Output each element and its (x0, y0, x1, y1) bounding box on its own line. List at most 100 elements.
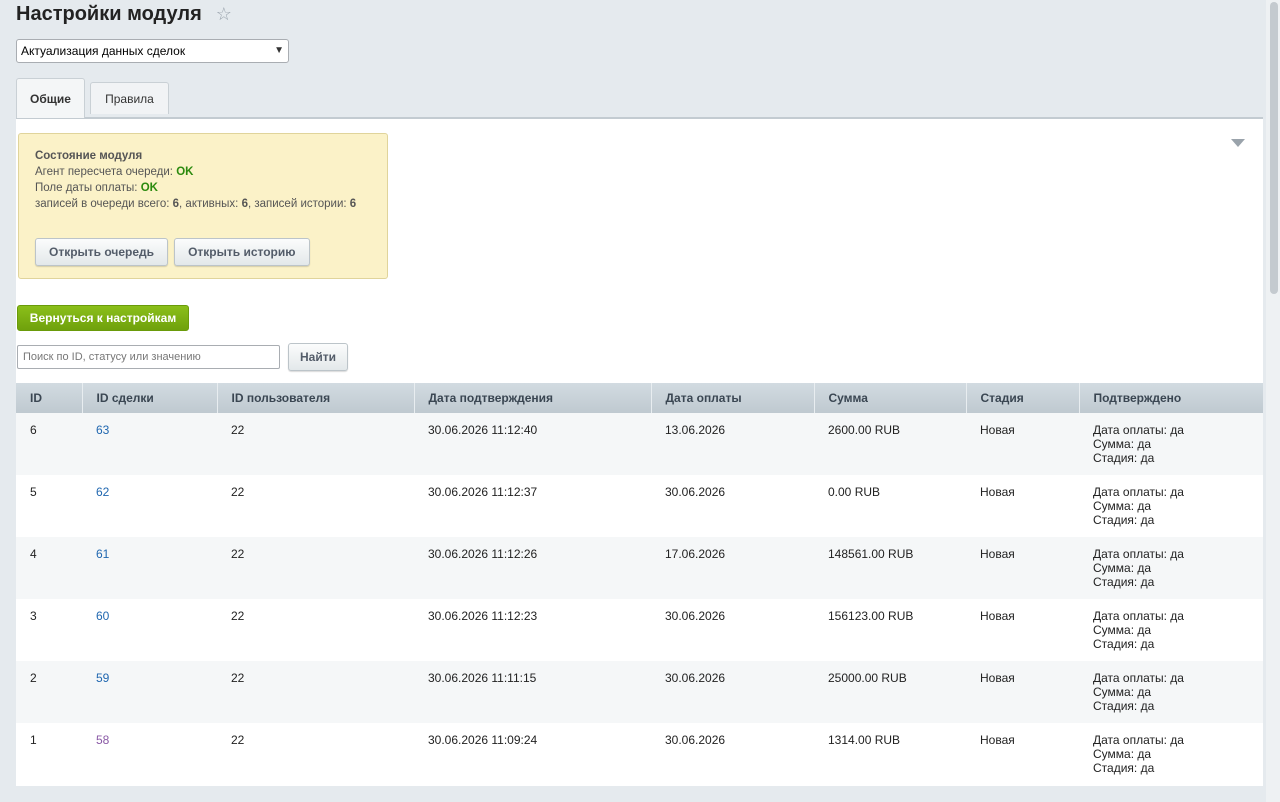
table-row: 2 59 22 30.06.2026 11:11:15 30.06.2026 2… (16, 661, 1263, 723)
column-header-id[interactable]: ID (16, 383, 83, 413)
confirmed-payment-date: Дата оплаты: да (1093, 423, 1184, 437)
table-row: 6 63 22 30.06.2026 11:12:40 13.06.2026 2… (16, 413, 1263, 475)
cell-stage: Новая (966, 723, 1079, 785)
confirmed-payment-date: Дата оплаты: да (1093, 733, 1184, 747)
page-title: Настройки модуля ☆ (16, 3, 232, 26)
star-icon[interactable]: ☆ (216, 4, 232, 25)
cell-confirmed: Дата оплаты: да Сумма: да Стадия: да (1079, 599, 1263, 661)
open-queue-button[interactable]: Открыть очередь (35, 238, 169, 266)
cell-deal-id: 62 (82, 475, 217, 537)
confirmed-stage: Стадия: да (1093, 637, 1155, 651)
cell-deal-id: 58 (82, 723, 217, 785)
cell-confirmed: Дата оплаты: да Сумма: да Стадия: да (1079, 537, 1263, 599)
find-button[interactable]: Найти (288, 343, 348, 371)
page-title-text: Настройки модуля (16, 3, 202, 25)
column-header-confirm-date[interactable]: Дата подтверждения (414, 383, 652, 413)
cell-stage: Новая (966, 661, 1079, 723)
cell-payment-date: 17.06.2026 (651, 537, 814, 599)
cell-user-id: 22 (217, 661, 414, 723)
cell-confirmed: Дата оплаты: да Сумма: да Стадия: да (1079, 475, 1263, 537)
queue-total-label: записей в очереди всего: (35, 198, 173, 210)
cell-payment-date: 13.06.2026 (651, 413, 814, 475)
payment-field-value: OK (140, 182, 158, 194)
cell-id: 6 (16, 413, 82, 475)
confirmed-payment-date: Дата оплаты: да (1093, 485, 1184, 499)
cell-confirm-date: 30.06.2026 11:12:26 (414, 537, 651, 599)
cell-confirmed: Дата оплаты: да Сумма: да Стадия: да (1079, 723, 1263, 785)
column-header-confirmed[interactable]: Подтверждено (1079, 383, 1263, 413)
cell-sum: 0.00 RUB (814, 475, 966, 537)
tab-general[interactable]: Общие (16, 78, 85, 118)
history-count: 6 (349, 198, 357, 210)
agent-status-label: Агент пересчета очереди: (35, 166, 177, 178)
table-row: 1 58 22 30.06.2026 11:09:24 30.06.2026 1… (16, 723, 1263, 785)
payment-field-label: Поле даты оплаты: (35, 182, 141, 194)
column-header-user-id[interactable]: ID пользователя (217, 383, 415, 413)
agent-status-line: Агент пересчета очереди: OK (35, 164, 371, 180)
confirmed-sum: Сумма: да (1093, 499, 1152, 513)
cell-sum: 25000.00 RUB (814, 661, 966, 723)
cell-stage: Новая (966, 537, 1079, 599)
cell-user-id: 22 (217, 537, 414, 599)
deal-link[interactable]: 62 (96, 485, 109, 499)
cell-user-id: 22 (217, 723, 414, 785)
chevron-down-icon: ▼ (274, 45, 284, 56)
cell-sum: 2600.00 RUB (814, 413, 966, 475)
confirmed-stage: Стадия: да (1093, 761, 1155, 775)
table-header-row: ID ID сделки ID пользователя Дата подтве… (16, 383, 1263, 413)
back-to-settings-button[interactable]: Вернуться к настройкам (17, 305, 189, 331)
deal-link[interactable]: 63 (96, 423, 109, 437)
confirmed-sum: Сумма: да (1093, 561, 1152, 575)
cell-sum: 1314.00 RUB (814, 723, 966, 785)
main-panel: Состояние модуля Агент пересчета очереди… (16, 117, 1263, 786)
payment-field-status-line: Поле даты оплаты: OK (35, 180, 371, 196)
confirmed-payment-date: Дата оплаты: да (1093, 609, 1184, 623)
page-scrollbar[interactable] (1266, 0, 1280, 802)
open-history-button[interactable]: Открыть историю (174, 238, 310, 266)
confirmed-stage: Стадия: да (1093, 575, 1155, 589)
scrollbar-thumb[interactable] (1270, 2, 1278, 294)
queue-stats-line: записей в очереди всего: 6, активных: 6,… (35, 196, 371, 212)
confirmed-sum: Сумма: да (1093, 685, 1152, 699)
table-row: 5 62 22 30.06.2026 11:12:37 30.06.2026 0… (16, 475, 1263, 537)
column-header-stage[interactable]: Стадия (966, 383, 1080, 413)
tab-rules[interactable]: Правила (90, 82, 169, 114)
cell-deal-id: 59 (82, 661, 217, 723)
cell-deal-id: 63 (82, 413, 217, 475)
column-header-payment-date[interactable]: Дата оплаты (651, 383, 815, 413)
cell-sum: 156123.00 RUB (814, 599, 966, 661)
cell-id: 5 (16, 475, 82, 537)
cell-stage: Новая (966, 475, 1079, 537)
deal-link[interactable]: 61 (96, 547, 109, 561)
module-select-value: Актуализация данных сделок (21, 44, 186, 58)
deal-link[interactable]: 58 (96, 733, 109, 747)
module-status-box: Состояние модуля Агент пересчета очереди… (18, 133, 388, 279)
cell-sum: 148561.00 RUB (814, 537, 966, 599)
cell-payment-date: 30.06.2026 (651, 661, 814, 723)
history-count-label: , записей истории: (247, 198, 350, 210)
cell-payment-date: 30.06.2026 (651, 599, 814, 661)
confirmed-sum: Сумма: да (1093, 437, 1152, 451)
search-input[interactable] (17, 345, 280, 369)
cell-confirm-date: 30.06.2026 11:12:23 (414, 599, 651, 661)
status-title: Состояние модуля (35, 150, 143, 162)
module-select[interactable]: Актуализация данных сделок ▼ (16, 39, 289, 63)
confirmed-payment-date: Дата оплаты: да (1093, 547, 1184, 561)
cell-payment-date: 30.06.2026 (651, 723, 814, 785)
status-buttons: Открыть очередь Открыть историю (35, 238, 310, 266)
column-header-deal-id[interactable]: ID сделки (82, 383, 218, 413)
cell-id: 1 (16, 723, 82, 785)
confirmed-sum: Сумма: да (1093, 623, 1152, 637)
cell-stage: Новая (966, 599, 1079, 661)
agent-status-value: OK (176, 166, 194, 178)
cell-stage: Новая (966, 413, 1079, 475)
deal-link[interactable]: 60 (96, 609, 109, 623)
cell-user-id: 22 (217, 413, 414, 475)
queue-active-label: , активных: (179, 198, 242, 210)
column-header-sum[interactable]: Сумма (814, 383, 967, 413)
deal-link[interactable]: 59 (96, 671, 109, 685)
cell-confirm-date: 30.06.2026 11:09:24 (414, 723, 651, 785)
confirmed-payment-date: Дата оплаты: да (1093, 671, 1184, 685)
triangle-down-icon[interactable] (1231, 139, 1245, 147)
cell-id: 2 (16, 661, 82, 723)
